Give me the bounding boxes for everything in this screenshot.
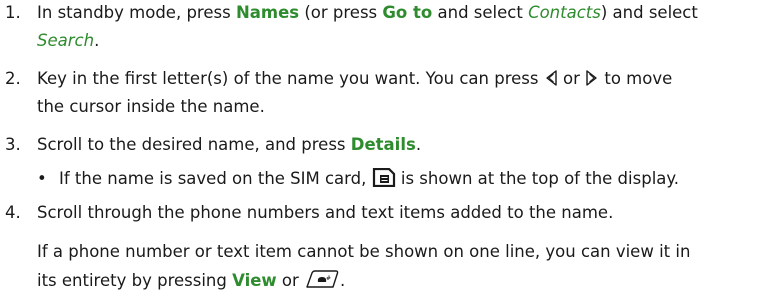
step-text: ) and select [600, 3, 698, 22]
menu-contacts-label: Contacts [528, 3, 601, 22]
step-text: Key in the first letter(s) of the name y… [37, 69, 544, 88]
step-2-number: 2. [5, 69, 21, 88]
step-text: . [340, 271, 346, 290]
step-text: . [94, 31, 100, 50]
step-1-number: 1. [5, 3, 21, 22]
step-text: (or press [299, 3, 383, 22]
softkey-view-label: View [232, 271, 277, 290]
softkey-names-label: Names [235, 3, 300, 22]
softkey-goto-label: Go to [382, 3, 433, 22]
bullet-dot: • [37, 169, 47, 188]
softkey-details-label: Details [350, 135, 416, 154]
step-text: and select [432, 3, 529, 22]
step-text: If the name is saved on the SIM card, [59, 169, 372, 188]
step-text: or [276, 271, 305, 290]
step-text: In standby mode, press [37, 3, 236, 22]
step-4-line-1: 4. Scroll through the phone numbers and t… [0, 202, 613, 224]
step-text: If a phone number or text item cannot be… [37, 242, 691, 261]
step-3-line-1: 3. Scroll to the desired name, and press … [0, 134, 421, 156]
scroll-left-key-icon [544, 69, 558, 93]
call-key-icon: # [304, 269, 340, 295]
step-text: Scroll through the phone numbers and tex… [37, 203, 614, 222]
step-1-line-1: 1. In standby mode, press Names (or press… [0, 2, 698, 24]
step-text: its entirety by pressing [37, 271, 233, 290]
step-2-line-1: 2. Key in the first letter(s) of the name… [0, 68, 672, 93]
step-3-number: 3. [5, 135, 21, 154]
scroll-right-key-icon [585, 69, 599, 93]
step-text: to move [599, 69, 673, 88]
step-text: or [557, 69, 586, 88]
step-1-line-2: Search. [37, 30, 99, 52]
step-3-bullet: • If the name is saved on the SIM card, i… [37, 167, 680, 193]
instruction-document: 1. In standby mode, press Names (or press… [0, 0, 763, 304]
step-text: Scroll to the desired name, and press [37, 135, 351, 154]
sim-card-icon [372, 167, 396, 193]
step-text: the cursor inside the name. [37, 97, 265, 116]
svg-text:#: # [326, 275, 331, 282]
step-2-line-2: the cursor inside the name. [37, 96, 265, 118]
step-text: is shown at the top of the display. [395, 169, 680, 188]
step-4-number: 4. [5, 203, 21, 222]
menu-search-label: Search [37, 31, 95, 50]
step-4-note-line-1: If a phone number or text item cannot be… [37, 241, 690, 263]
step-text: . [415, 135, 422, 154]
step-4-note-line-2: its entirety by pressing View or #. [37, 269, 345, 295]
